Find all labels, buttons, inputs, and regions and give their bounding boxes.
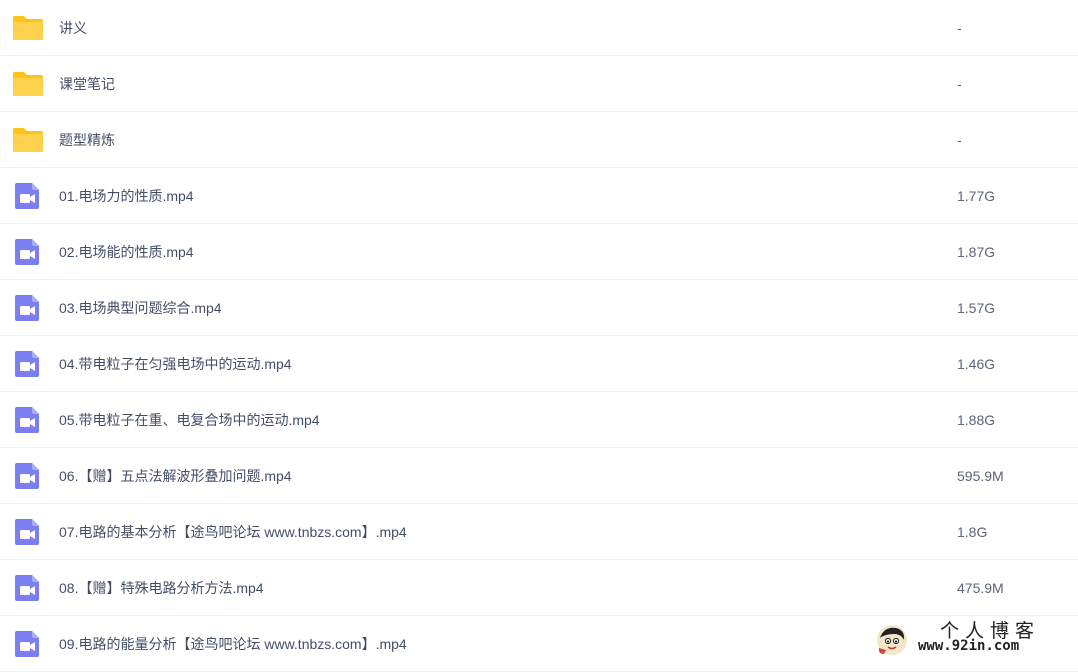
file-size: - xyxy=(957,76,962,92)
file-name: 课堂笔记 xyxy=(59,76,115,92)
file-size: 1.57G xyxy=(957,300,996,316)
video-file-icon xyxy=(12,180,44,212)
list-item-video[interactable]: 07.电路的基本分析【途鸟吧论坛 www.tnbzs.com】.mp4 1.8G xyxy=(0,504,1078,560)
video-file-icon xyxy=(12,348,44,380)
list-item-folder[interactable]: 课堂笔记 - xyxy=(0,56,1078,112)
file-list: 讲义 - 课堂笔记 - 题型精炼 - 01.电场力的性质.mp4 1.77G 0… xyxy=(0,0,1078,672)
file-name: 04.带电粒子在匀强电场中的运动.mp4 xyxy=(59,356,292,372)
file-size: - xyxy=(957,132,962,148)
file-name: 07.电路的基本分析【途鸟吧论坛 www.tnbzs.com】.mp4 xyxy=(59,524,407,540)
list-item-folder[interactable]: 题型精炼 - xyxy=(0,112,1078,168)
video-file-icon xyxy=(12,628,44,660)
file-size: - xyxy=(957,20,962,36)
file-name: 题型精炼 xyxy=(59,132,115,148)
file-name: 08.【赠】特殊电路分析方法.mp4 xyxy=(59,580,264,596)
video-file-icon xyxy=(12,516,44,548)
cartoon-avatar-icon xyxy=(876,624,908,656)
file-name: 05.带电粒子在重、电复合场中的运动.mp4 xyxy=(59,412,320,428)
video-file-icon xyxy=(12,572,44,604)
watermark: 个人博客 www.92in.com xyxy=(876,620,1066,660)
folder-icon xyxy=(12,68,44,100)
list-item-video[interactable]: 06.【赠】五点法解波形叠加问题.mp4 595.9M xyxy=(0,448,1078,504)
list-item-video[interactable]: 03.电场典型问题综合.mp4 1.57G xyxy=(0,280,1078,336)
file-size: 475.9M xyxy=(957,580,1004,596)
file-name: 讲义 xyxy=(59,20,87,36)
folder-icon xyxy=(12,124,44,156)
file-size: 1.88G xyxy=(957,412,996,428)
file-size: 1.77G xyxy=(957,188,996,204)
file-size: 1.8G xyxy=(957,524,988,540)
list-item-video[interactable]: 02.电场能的性质.mp4 1.87G xyxy=(0,224,1078,280)
list-item-video[interactable]: 08.【赠】特殊电路分析方法.mp4 475.9M xyxy=(0,560,1078,616)
file-size: 1.87G xyxy=(957,244,996,260)
folder-icon xyxy=(12,12,44,44)
file-name: 02.电场能的性质.mp4 xyxy=(59,244,194,260)
list-item-video[interactable]: 05.带电粒子在重、电复合场中的运动.mp4 1.88G xyxy=(0,392,1078,448)
watermark-url: www.92in.com xyxy=(918,638,1020,654)
list-item-video[interactable]: 01.电场力的性质.mp4 1.77G xyxy=(0,168,1078,224)
list-item-folder[interactable]: 讲义 - xyxy=(0,0,1078,56)
file-name: 01.电场力的性质.mp4 xyxy=(59,188,194,204)
file-size: 595.9M xyxy=(957,468,1004,484)
video-file-icon xyxy=(12,236,44,268)
video-file-icon xyxy=(12,460,44,492)
file-name: 06.【赠】五点法解波形叠加问题.mp4 xyxy=(59,468,292,484)
video-file-icon xyxy=(12,292,44,324)
video-file-icon xyxy=(12,404,44,436)
file-name: 03.电场典型问题综合.mp4 xyxy=(59,300,222,316)
list-item-video[interactable]: 04.带电粒子在匀强电场中的运动.mp4 1.46G xyxy=(0,336,1078,392)
file-size: 1.46G xyxy=(957,356,996,372)
